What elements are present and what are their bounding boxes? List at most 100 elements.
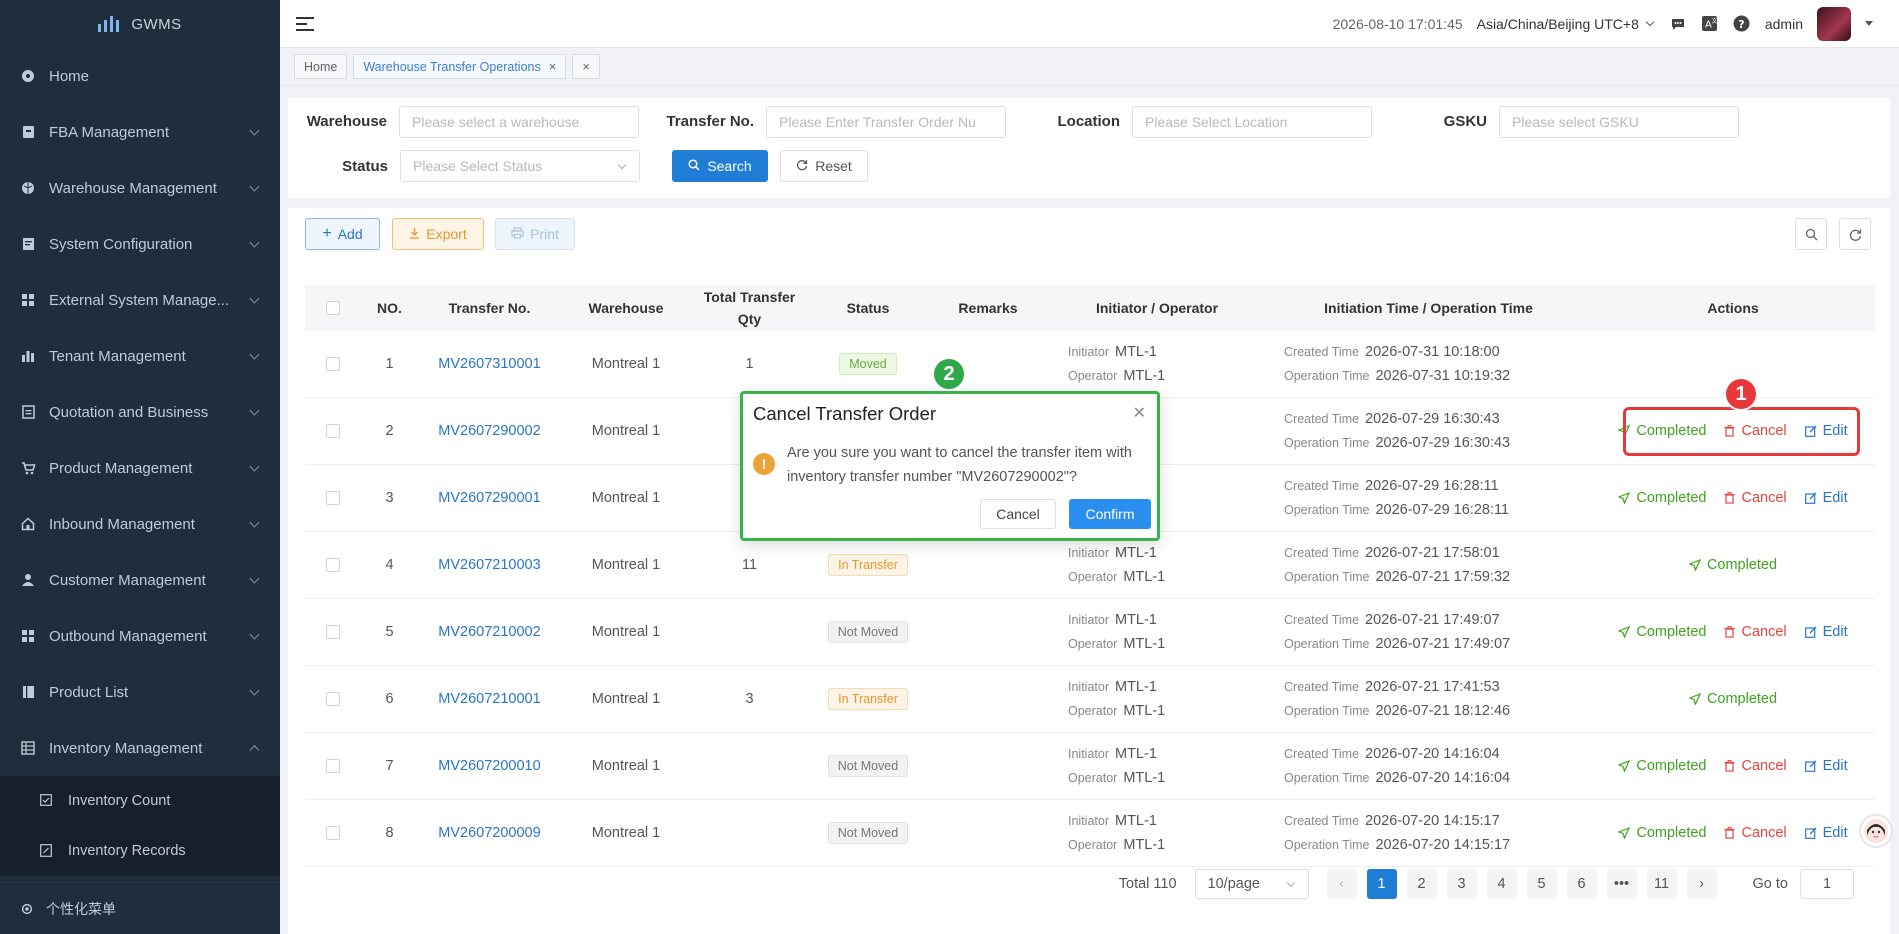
transfer-no-input[interactable]: Please Enter Transfer Order Nu	[766, 106, 1006, 138]
custom-menu-footer[interactable]: 个性化菜单	[0, 882, 280, 934]
cancel-button[interactable]: Cancel	[1724, 490, 1787, 506]
row-checkbox[interactable]	[326, 491, 340, 505]
add-button[interactable]: + Add	[305, 218, 380, 250]
sidebar-item-product-management[interactable]: Product Management	[0, 440, 280, 496]
transfer-no-link[interactable]: MV2607200010	[438, 758, 540, 774]
close-all-tags-button[interactable]: ×	[572, 54, 600, 79]
qty-cell	[691, 733, 808, 799]
page-button[interactable]: 6	[1566, 869, 1597, 899]
cancel-button[interactable]: Cancel	[1724, 825, 1787, 841]
more-pages-button[interactable]: •••	[1606, 869, 1637, 899]
sidebar-item-customer-management[interactable]: Customer Management	[0, 552, 280, 608]
dialog-confirm-button[interactable]: Confirm	[1069, 499, 1151, 529]
transfer-no-link[interactable]: MV2607210001	[438, 691, 540, 707]
sidebar-item-outbound-management[interactable]: Outbound Management	[0, 608, 280, 664]
page-size-select[interactable]: 10/page	[1194, 869, 1309, 899]
location-select[interactable]: Please Select Location	[1132, 106, 1372, 138]
page-button[interactable]: 1	[1366, 869, 1397, 899]
prev-page-button[interactable]: ‹	[1326, 869, 1357, 899]
page-button[interactable]: 11	[1646, 869, 1677, 899]
message-icon[interactable]	[1669, 15, 1687, 33]
menu-toggle-icon[interactable]	[296, 15, 314, 33]
help-icon[interactable]: ?	[1733, 15, 1751, 33]
edit-button[interactable]: Edit	[1804, 825, 1848, 841]
completed-button[interactable]: Completed	[1618, 825, 1706, 841]
row-checkbox[interactable]	[326, 424, 340, 438]
sidebar-item-inbound-management[interactable]: Inbound Management	[0, 496, 280, 552]
export-button[interactable]: Export	[392, 218, 484, 250]
sidebar-item-system-configuration[interactable]: System Configuration	[0, 216, 280, 272]
goto-page-input[interactable]: 1	[1800, 869, 1854, 899]
chevron-down-icon	[1286, 878, 1295, 888]
edit-button[interactable]: Edit	[1804, 758, 1848, 774]
completed-button[interactable]: Completed	[1618, 758, 1706, 774]
tag-home[interactable]: Home	[294, 54, 348, 79]
sidebar-item-inventory-management[interactable]: Inventory Management	[0, 720, 280, 776]
cancel-button[interactable]: Cancel	[1724, 758, 1787, 774]
row-checkbox[interactable]	[326, 558, 340, 572]
next-page-button[interactable]: ›	[1686, 869, 1717, 899]
row-times: Created Time 2026-07-21 17:49:07 Operation…	[1284, 612, 1510, 652]
page-button[interactable]: 5	[1526, 869, 1557, 899]
print-button[interactable]: Print	[495, 218, 575, 250]
completed-button[interactable]: Completed	[1618, 624, 1706, 640]
row-checkbox[interactable]	[326, 625, 340, 639]
sidebar-item-home[interactable]: Home	[0, 48, 280, 104]
row-checkbox[interactable]	[326, 759, 340, 773]
warehouse-select[interactable]: Please select a warehouse	[399, 106, 639, 138]
edit-button[interactable]: Edit	[1804, 490, 1848, 506]
refresh-icon[interactable]	[1839, 218, 1871, 250]
close-icon[interactable]: ✕	[1133, 403, 1146, 423]
completed-button[interactable]: Completed	[1688, 691, 1777, 707]
cancel-button[interactable]: Cancel	[1724, 624, 1787, 640]
status-select[interactable]: Please Select Status	[400, 150, 640, 182]
gsku-select[interactable]: Please select GSKU	[1499, 106, 1739, 138]
sidebar-item-product-list[interactable]: Product List	[0, 664, 280, 720]
transfer-no-link[interactable]: MV2607200009	[438, 825, 540, 841]
dialog-cancel-button[interactable]: Cancel	[980, 499, 1056, 529]
transfer-no-link[interactable]: MV2607310001	[438, 356, 540, 372]
sidebar-item-tenant-management[interactable]: Tenant Management	[0, 328, 280, 384]
caret-down-icon[interactable]	[1865, 21, 1873, 26]
created-time-label: Created Time	[1284, 613, 1360, 627]
completed-button[interactable]: Completed	[1618, 423, 1706, 439]
sidebar-item-fba-management[interactable]: FBA Management	[0, 104, 280, 160]
page-button[interactable]: 3	[1446, 869, 1477, 899]
page-button[interactable]: 2	[1406, 869, 1437, 899]
sidebar-item-quotation-and-business[interactable]: Quotation and Business	[0, 384, 280, 440]
transfer-no-link[interactable]: MV2607210003	[438, 557, 540, 573]
search-toggle-icon[interactable]	[1795, 218, 1827, 250]
row-checkbox[interactable]	[326, 692, 340, 706]
cancel-button[interactable]: Cancel	[1724, 423, 1787, 439]
sidebar-item-external-system-manage[interactable]: External System Manage...	[0, 272, 280, 328]
completed-button[interactable]: Completed	[1618, 490, 1706, 506]
transfer-no-link[interactable]: MV2607290001	[438, 490, 540, 506]
close-icon[interactable]: ×	[549, 59, 557, 74]
row-actions: Completed Cancel Edit	[1618, 825, 1848, 841]
action-label: Edit	[1822, 624, 1848, 640]
search-button[interactable]: Search	[672, 150, 768, 182]
select-all-checkbox[interactable]	[326, 301, 340, 315]
assistant-avatar-icon[interactable]	[1859, 814, 1893, 848]
row-checkbox[interactable]	[326, 357, 340, 371]
initiator-operator: Initiator MTL-1 Operator MTL-1	[1068, 813, 1165, 853]
avatar[interactable]	[1817, 6, 1851, 41]
trash-icon	[1724, 425, 1735, 437]
page-button[interactable]: 4	[1486, 869, 1517, 899]
timezone-selector[interactable]: Asia/China/Beijing UTC+8	[1477, 16, 1655, 32]
sidebar-subitem-inventory-records[interactable]: Inventory Records	[0, 826, 280, 876]
username[interactable]: admin	[1765, 16, 1803, 32]
edit-button[interactable]: Edit	[1804, 423, 1848, 439]
translate-icon[interactable]: A文	[1701, 15, 1719, 33]
sidebar-item-warehouse-management[interactable]: Warehouse Management	[0, 160, 280, 216]
operation-time-label: Operation Time	[1284, 503, 1370, 517]
transfer-no-link[interactable]: MV2607290002	[438, 423, 540, 439]
created-time-value: 2026-07-21 17:58:01	[1365, 545, 1500, 561]
row-checkbox[interactable]	[326, 826, 340, 840]
completed-button[interactable]: Completed	[1688, 557, 1777, 573]
tag-warehouse-transfer[interactable]: Warehouse Transfer Operations ×	[353, 54, 567, 79]
edit-button[interactable]: Edit	[1804, 624, 1848, 640]
sidebar-subitem-inventory-count[interactable]: Inventory Count	[0, 776, 280, 826]
reset-button[interactable]: Reset	[780, 150, 868, 182]
transfer-no-link[interactable]: MV2607210002	[438, 624, 540, 640]
